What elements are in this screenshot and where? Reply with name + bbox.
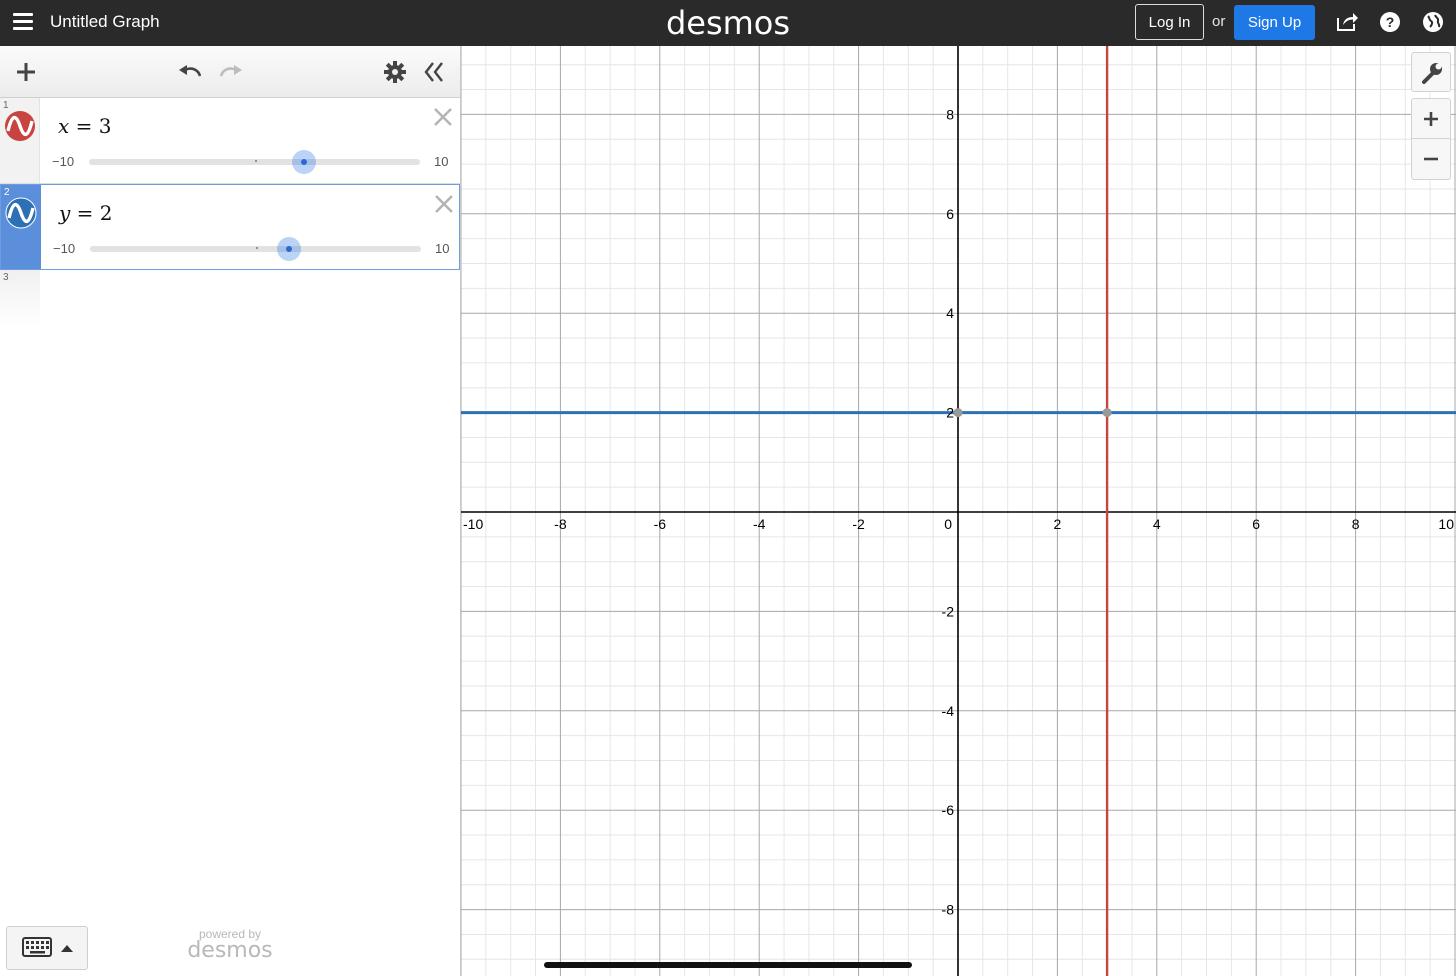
graph-svg[interactable]: -10 -8 -6 -4 -2 0 2 4 6 8 10 8 6 4 2 -2 -4 -6 -8 bbox=[461, 46, 1456, 976]
y-tick-label: 4 bbox=[946, 305, 954, 321]
y-tick-label: -2 bbox=[942, 603, 955, 619]
x-tick-label: 2 bbox=[1054, 516, 1062, 532]
share-icon[interactable] bbox=[1334, 9, 1360, 35]
y-tick-label: -4 bbox=[942, 703, 955, 719]
svg-text:?: ? bbox=[1386, 14, 1395, 30]
powered-by-logo: desmos bbox=[187, 938, 273, 963]
top-bar: Untitled Graph desmos Log In or Sign Up … bbox=[0, 0, 1456, 46]
signup-button[interactable]: Sign Up bbox=[1234, 5, 1315, 40]
slider-handle[interactable] bbox=[276, 237, 301, 261]
x-tick-label: -10 bbox=[463, 516, 483, 532]
expression-row[interactable]: 2 y = 2 −10 10 bbox=[0, 184, 460, 270]
undo-icon[interactable] bbox=[176, 58, 204, 86]
x-tick-label: 10 bbox=[1438, 516, 1454, 532]
point-of-interest[interactable] bbox=[953, 408, 963, 418]
slider-max[interactable]: 10 bbox=[435, 241, 449, 256]
slider-min[interactable]: −10 bbox=[53, 241, 75, 256]
zoom-out-icon bbox=[1424, 157, 1438, 161]
expression-input[interactable]: x = 3 bbox=[58, 114, 112, 138]
or-text: or bbox=[1212, 13, 1226, 30]
zoom-out-button[interactable] bbox=[1412, 139, 1450, 179]
expression-toolbar bbox=[0, 46, 460, 98]
menu-icon[interactable] bbox=[12, 11, 34, 33]
x-tick-label: 6 bbox=[1252, 516, 1260, 532]
keyboard-icon bbox=[22, 937, 73, 957]
slider-zero-marker bbox=[256, 247, 258, 249]
slider-handle[interactable] bbox=[292, 150, 317, 174]
zoom-controls bbox=[1411, 98, 1451, 180]
login-button[interactable]: Log In bbox=[1135, 4, 1204, 40]
slider-max[interactable]: 10 bbox=[434, 154, 448, 169]
zoom-in-button[interactable] bbox=[1412, 99, 1450, 139]
new-expression-row[interactable]: 3 bbox=[0, 270, 40, 326]
slider-zero-marker bbox=[255, 160, 257, 162]
y-tick-label: 6 bbox=[946, 206, 954, 222]
expression-gutter: 1 bbox=[0, 98, 40, 183]
x-tick-label: 0 bbox=[944, 516, 952, 532]
collapse-panel-icon[interactable] bbox=[421, 58, 449, 86]
expression-row[interactable]: 1 x = 3 −10 10 bbox=[0, 98, 460, 184]
y-tick-label: 2 bbox=[946, 405, 954, 421]
globe-icon[interactable] bbox=[1420, 9, 1446, 35]
graph-color-icon[interactable] bbox=[5, 197, 37, 229]
expression-input[interactable]: y = 2 bbox=[59, 201, 113, 225]
point-of-interest[interactable] bbox=[1102, 408, 1112, 418]
wrench-icon bbox=[1422, 63, 1442, 84]
x-tick-label: -2 bbox=[852, 516, 865, 532]
x-tick-label: 8 bbox=[1352, 516, 1360, 532]
expression-gutter: 2 bbox=[1, 185, 41, 269]
gear-icon[interactable] bbox=[381, 58, 409, 86]
y-tick-label: -8 bbox=[942, 902, 955, 918]
graph-settings-button[interactable] bbox=[1411, 52, 1451, 92]
delete-expression-icon[interactable] bbox=[433, 193, 455, 215]
help-icon[interactable]: ? bbox=[1377, 9, 1403, 35]
x-tick-label: -8 bbox=[554, 516, 567, 532]
powered-by-desmos[interactable]: powered by desmos bbox=[180, 927, 280, 963]
graph-canvas[interactable]: -10 -8 -6 -4 -2 0 2 4 6 8 10 8 6 4 2 -2 -4 -6 -8 bbox=[461, 46, 1456, 976]
graph-color-icon[interactable] bbox=[4, 110, 36, 142]
x-tick-label: 4 bbox=[1153, 516, 1161, 532]
zoom-in-icon bbox=[1424, 112, 1438, 126]
plus-icon[interactable] bbox=[12, 58, 40, 86]
delete-expression-icon[interactable] bbox=[432, 106, 454, 128]
x-tick-label: -6 bbox=[654, 516, 667, 532]
expression-index: 3 bbox=[3, 272, 9, 283]
keyboard-toggle-button[interactable] bbox=[6, 926, 88, 970]
home-indicator bbox=[544, 962, 912, 968]
slider-min[interactable]: −10 bbox=[52, 154, 74, 169]
redo-icon[interactable] bbox=[217, 58, 245, 86]
graph-title[interactable]: Untitled Graph bbox=[50, 12, 160, 32]
x-tick-label: -4 bbox=[753, 516, 766, 532]
y-tick-label: 8 bbox=[946, 106, 954, 122]
expression-panel: 1 x = 3 −10 10 2 y = 2 −10 10 3 powered … bbox=[0, 46, 461, 976]
y-tick-label: -6 bbox=[942, 802, 955, 818]
